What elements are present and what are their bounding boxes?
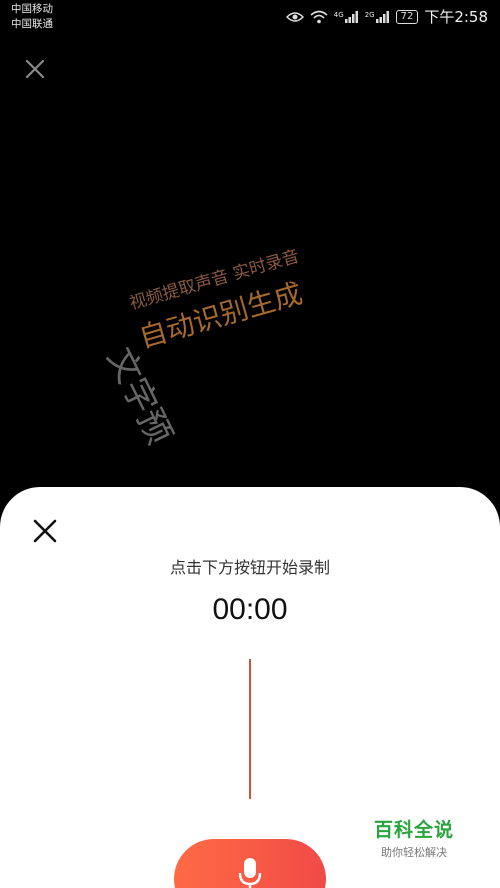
record-instruction: 点击下方按钮开始录制 bbox=[169, 558, 330, 577]
eye-icon bbox=[285, 11, 304, 22]
status-bar: 中国移动 中国联通 4G 2G 72 下午2:58 bbox=[0, 0, 500, 34]
watermark-line-1: 视频提取声音 实时录音 bbox=[127, 246, 302, 315]
status-time: 下午2:58 bbox=[424, 8, 488, 26]
microphone-icon bbox=[238, 858, 262, 888]
status-indicators: 4G 2G 72 下午2:58 bbox=[285, 6, 488, 27]
signal-2-icon: 2G bbox=[364, 10, 390, 23]
watermark-line-3: 文字预 bbox=[98, 341, 180, 451]
site-logo-subtitle: 助你轻松解决 bbox=[381, 846, 447, 859]
carrier-2: 中国联通 bbox=[11, 18, 53, 30]
watermark-overlay: 视频提取声音 实时录音 自动识别生成 文字预 bbox=[99, 230, 350, 470]
close-icon[interactable] bbox=[24, 58, 46, 80]
sheet-close-icon[interactable] bbox=[32, 518, 58, 544]
wifi-icon bbox=[310, 10, 328, 23]
carrier-labels: 中国移动 中国联通 bbox=[11, 2, 53, 32]
carrier-1: 中国移动 bbox=[11, 3, 53, 15]
record-timer: 00:00 bbox=[212, 593, 288, 626]
waveform-indicator bbox=[249, 659, 251, 799]
signal-2-label: 2G bbox=[364, 10, 375, 19]
signal-1-label: 4G bbox=[333, 10, 344, 19]
signal-1-icon: 4G bbox=[333, 10, 359, 23]
site-logo: 百科全说 助你轻松解决 bbox=[366, 815, 462, 860]
site-logo-title: 百科全说 bbox=[373, 819, 454, 841]
battery-indicator: 72 bbox=[395, 9, 419, 24]
record-button[interactable] bbox=[174, 839, 326, 888]
watermark-line-2: 自动识别生成 bbox=[135, 276, 306, 355]
